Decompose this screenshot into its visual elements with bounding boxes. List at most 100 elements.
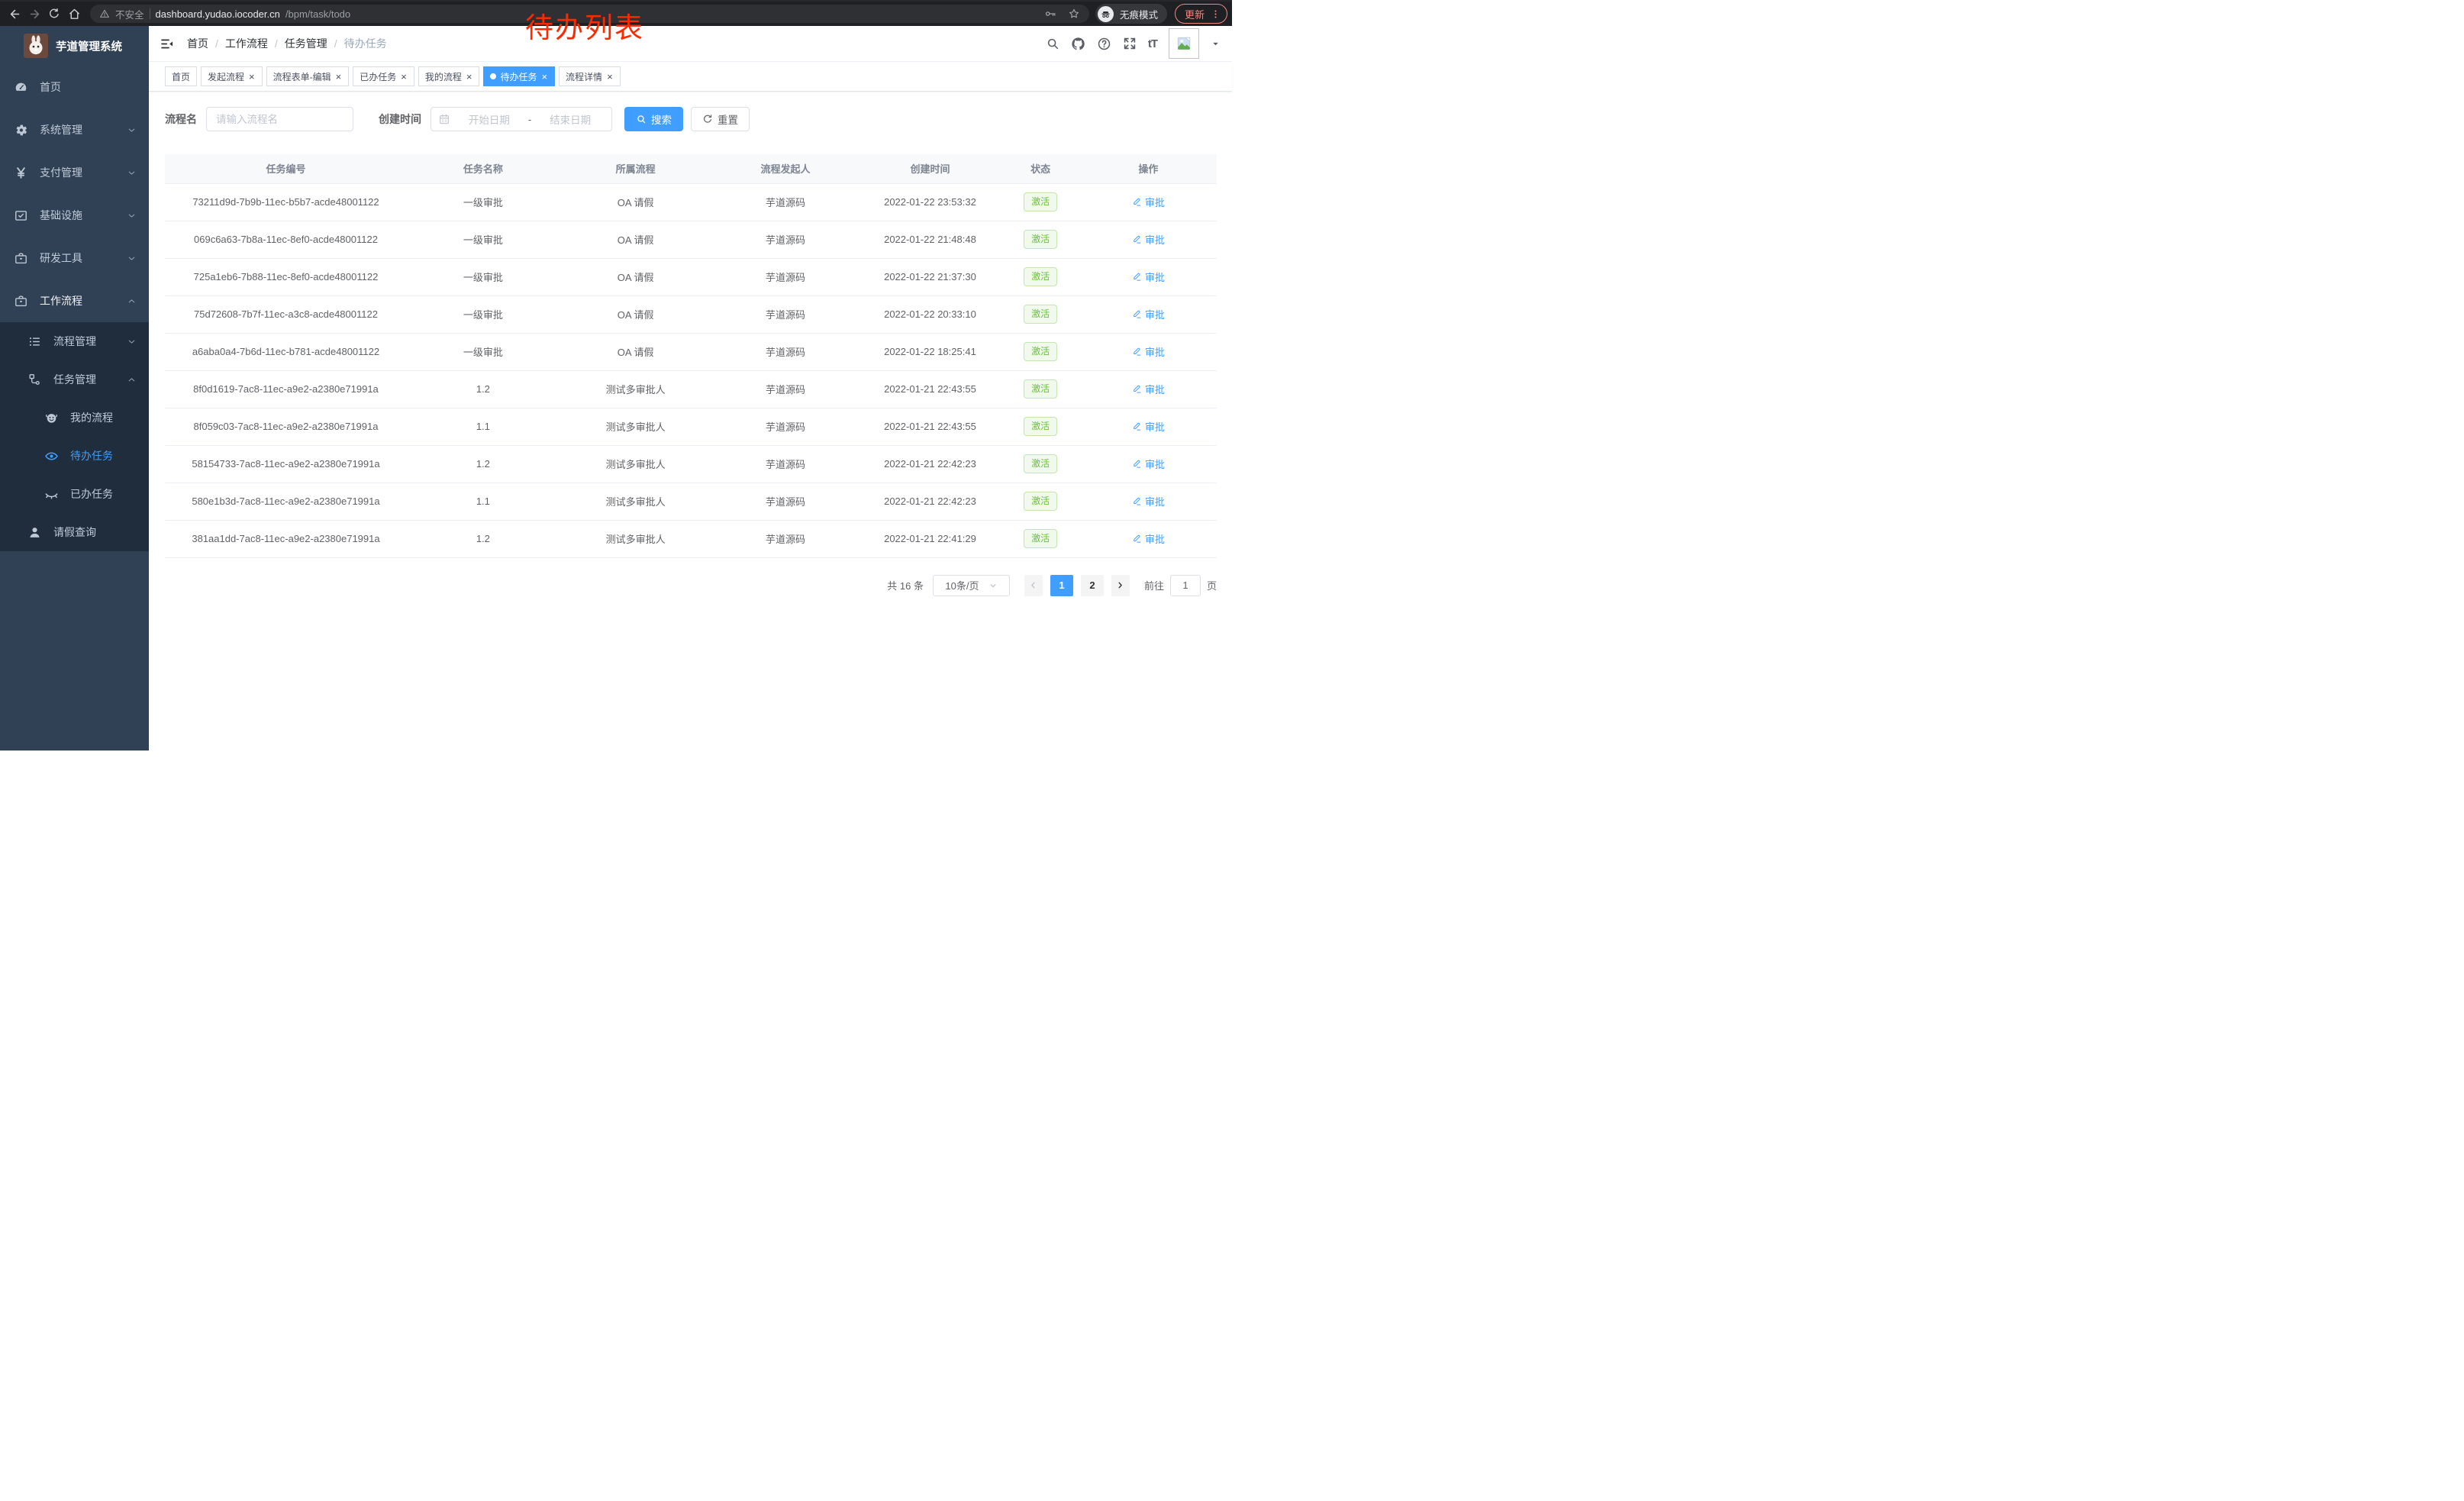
page-button-1[interactable]: 1 [1050, 575, 1073, 596]
approve-button[interactable]: 审批 [1132, 307, 1165, 321]
security-warning-icon[interactable] [99, 8, 110, 19]
tab-我的流程[interactable]: 我的流程× [418, 66, 480, 86]
edit-pen-icon [1132, 534, 1142, 544]
status-badge: 激活 [1024, 454, 1057, 473]
cell-id: 580e1b3d-7ac8-11ec-a9e2-a2380e71991a [165, 483, 407, 520]
tab-发起流程[interactable]: 发起流程× [201, 66, 263, 86]
github-icon[interactable] [1071, 37, 1085, 51]
approve-button[interactable]: 审批 [1132, 494, 1165, 508]
select-caret-icon [989, 581, 998, 590]
sidebar-item-todo-task[interactable]: 待办任务 [0, 437, 149, 475]
sidebar-item-label: 工作流程 [40, 293, 82, 308]
tab-close-icon[interactable]: × [466, 72, 473, 82]
page-size-select[interactable]: 10条/页 [933, 575, 1010, 596]
browser-back-icon[interactable] [5, 4, 24, 24]
page-button-2[interactable]: 2 [1081, 575, 1104, 596]
avatar[interactable] [1169, 28, 1199, 59]
eye-closed-icon [44, 487, 59, 502]
breadcrumb-item[interactable]: 工作流程 [225, 36, 268, 51]
cell-action: 审批 [1080, 258, 1217, 295]
sidebar-item-leave-query[interactable]: 请假查询 [0, 513, 149, 551]
tab-close-icon[interactable]: × [400, 72, 408, 82]
approve-label: 审批 [1145, 307, 1165, 321]
goto-page-input[interactable] [1170, 575, 1201, 596]
start-date-placeholder[interactable]: 开始日期 [455, 111, 524, 127]
approve-button[interactable]: 审批 [1132, 344, 1165, 359]
tab-close-icon[interactable]: × [248, 72, 256, 82]
tab-close-icon[interactable]: × [540, 72, 548, 82]
sidebar-item-done-task[interactable]: 已办任务 [0, 475, 149, 513]
breadcrumb-item: 待办任务 [344, 36, 387, 51]
update-label[interactable]: 更新 [1185, 7, 1205, 21]
dashboard-icon [13, 80, 28, 95]
breadcrumb-separator: / [275, 37, 278, 50]
approve-button[interactable]: 审批 [1132, 195, 1165, 209]
approve-button[interactable]: 审批 [1132, 457, 1165, 471]
search-button[interactable]: 搜索 [624, 107, 683, 131]
tab-首页[interactable]: 首页 [165, 66, 197, 86]
cell-id: 8f0d1619-7ac8-11ec-a9e2-a2380e71991a [165, 370, 407, 408]
sidebar-item-home[interactable]: 首页 [0, 66, 149, 108]
status-badge: 激活 [1024, 417, 1057, 436]
edit-pen-icon [1132, 197, 1142, 207]
sidebar-item-workflow[interactable]: 工作流程 [0, 279, 149, 322]
browser-home-icon[interactable] [64, 4, 84, 24]
table-row: 8f0d1619-7ac8-11ec-a9e2-a2380e71991a1.2测… [165, 370, 1217, 408]
sidebar-item-task-mgmt[interactable]: 任务管理 [0, 360, 149, 399]
approve-button[interactable]: 审批 [1132, 232, 1165, 247]
approve-button[interactable]: 审批 [1132, 270, 1165, 284]
browser-update-button[interactable]: 更新 [1175, 4, 1227, 24]
key-icon[interactable] [1044, 8, 1056, 20]
sidebar-item-my-process[interactable]: 我的流程 [0, 399, 149, 437]
breadcrumb-item[interactable]: 首页 [187, 36, 208, 51]
date-range-picker[interactable]: 开始日期 - 结束日期 [431, 107, 612, 131]
tab-待办任务[interactable]: 待办任务× [483, 66, 555, 86]
approve-button[interactable]: 审批 [1132, 382, 1165, 396]
header-search-icon[interactable] [1046, 37, 1059, 50]
address-bar[interactable]: 不安全 dashboard.yudao.iocoder.cn/bpm/task/… [90, 5, 1089, 23]
cell-id: 069c6a63-7b8a-11ec-8ef0-acde48001122 [165, 221, 407, 258]
process-name-input[interactable] [206, 107, 353, 131]
table-row: 58154733-7ac8-11ec-a9e2-a2380e71991a1.2测… [165, 445, 1217, 483]
app-logo[interactable]: 芋道管理系统 [0, 26, 149, 66]
chevron-down-icon [127, 337, 137, 347]
fullscreen-icon[interactable] [1123, 37, 1137, 50]
breadcrumb-item[interactable]: 任务管理 [285, 36, 327, 51]
tab-label: 首页 [172, 70, 190, 83]
reset-button[interactable]: 重置 [691, 107, 750, 131]
cell-status: 激活 [1001, 483, 1079, 520]
end-date-placeholder[interactable]: 结束日期 [536, 111, 605, 127]
column-header-status: 状态 [1001, 154, 1079, 183]
infrastructure-icon [13, 208, 28, 223]
tab-close-icon[interactable]: × [606, 72, 614, 82]
font-size-icon[interactable]: tT [1148, 37, 1157, 50]
column-header-name: 任务名称 [407, 154, 560, 183]
prev-page-button[interactable] [1024, 575, 1043, 596]
help-icon[interactable] [1097, 37, 1111, 51]
cell-id: a6aba0a4-7b6d-11ec-b781-acde48001122 [165, 333, 407, 370]
approve-button[interactable]: 审批 [1132, 531, 1165, 546]
sidebar-collapse-icon[interactable] [160, 37, 174, 51]
cell-status: 激活 [1001, 445, 1079, 483]
tab-close-icon[interactable]: × [335, 72, 343, 82]
tab-流程详情[interactable]: 流程详情× [559, 66, 621, 86]
edit-pen-icon [1132, 421, 1142, 431]
refresh-icon [702, 114, 713, 124]
sidebar-item-label: 基础设施 [40, 208, 82, 223]
sidebar-item-devtools[interactable]: 研发工具 [0, 237, 149, 279]
status-badge: 激活 [1024, 192, 1057, 211]
cell-name: 一级审批 [407, 258, 560, 295]
browser-forward-icon[interactable] [24, 4, 44, 24]
sidebar-item-infra[interactable]: 基础设施 [0, 194, 149, 237]
browser-reload-icon[interactable] [44, 4, 64, 24]
avatar-caret-down-icon[interactable] [1211, 39, 1221, 49]
browser-menu-dots-icon[interactable] [1210, 8, 1221, 20]
next-page-button[interactable] [1111, 575, 1130, 596]
bookmark-star-icon[interactable] [1068, 8, 1080, 20]
sidebar-item-payment[interactable]: 支付管理 [0, 151, 149, 194]
sidebar-item-process-mgmt[interactable]: 流程管理 [0, 322, 149, 360]
tab-已办任务[interactable]: 已办任务× [353, 66, 414, 86]
approve-button[interactable]: 审批 [1132, 419, 1165, 434]
sidebar-item-system[interactable]: 系统管理 [0, 108, 149, 151]
tab-流程表单-编辑[interactable]: 流程表单-编辑× [266, 66, 350, 86]
